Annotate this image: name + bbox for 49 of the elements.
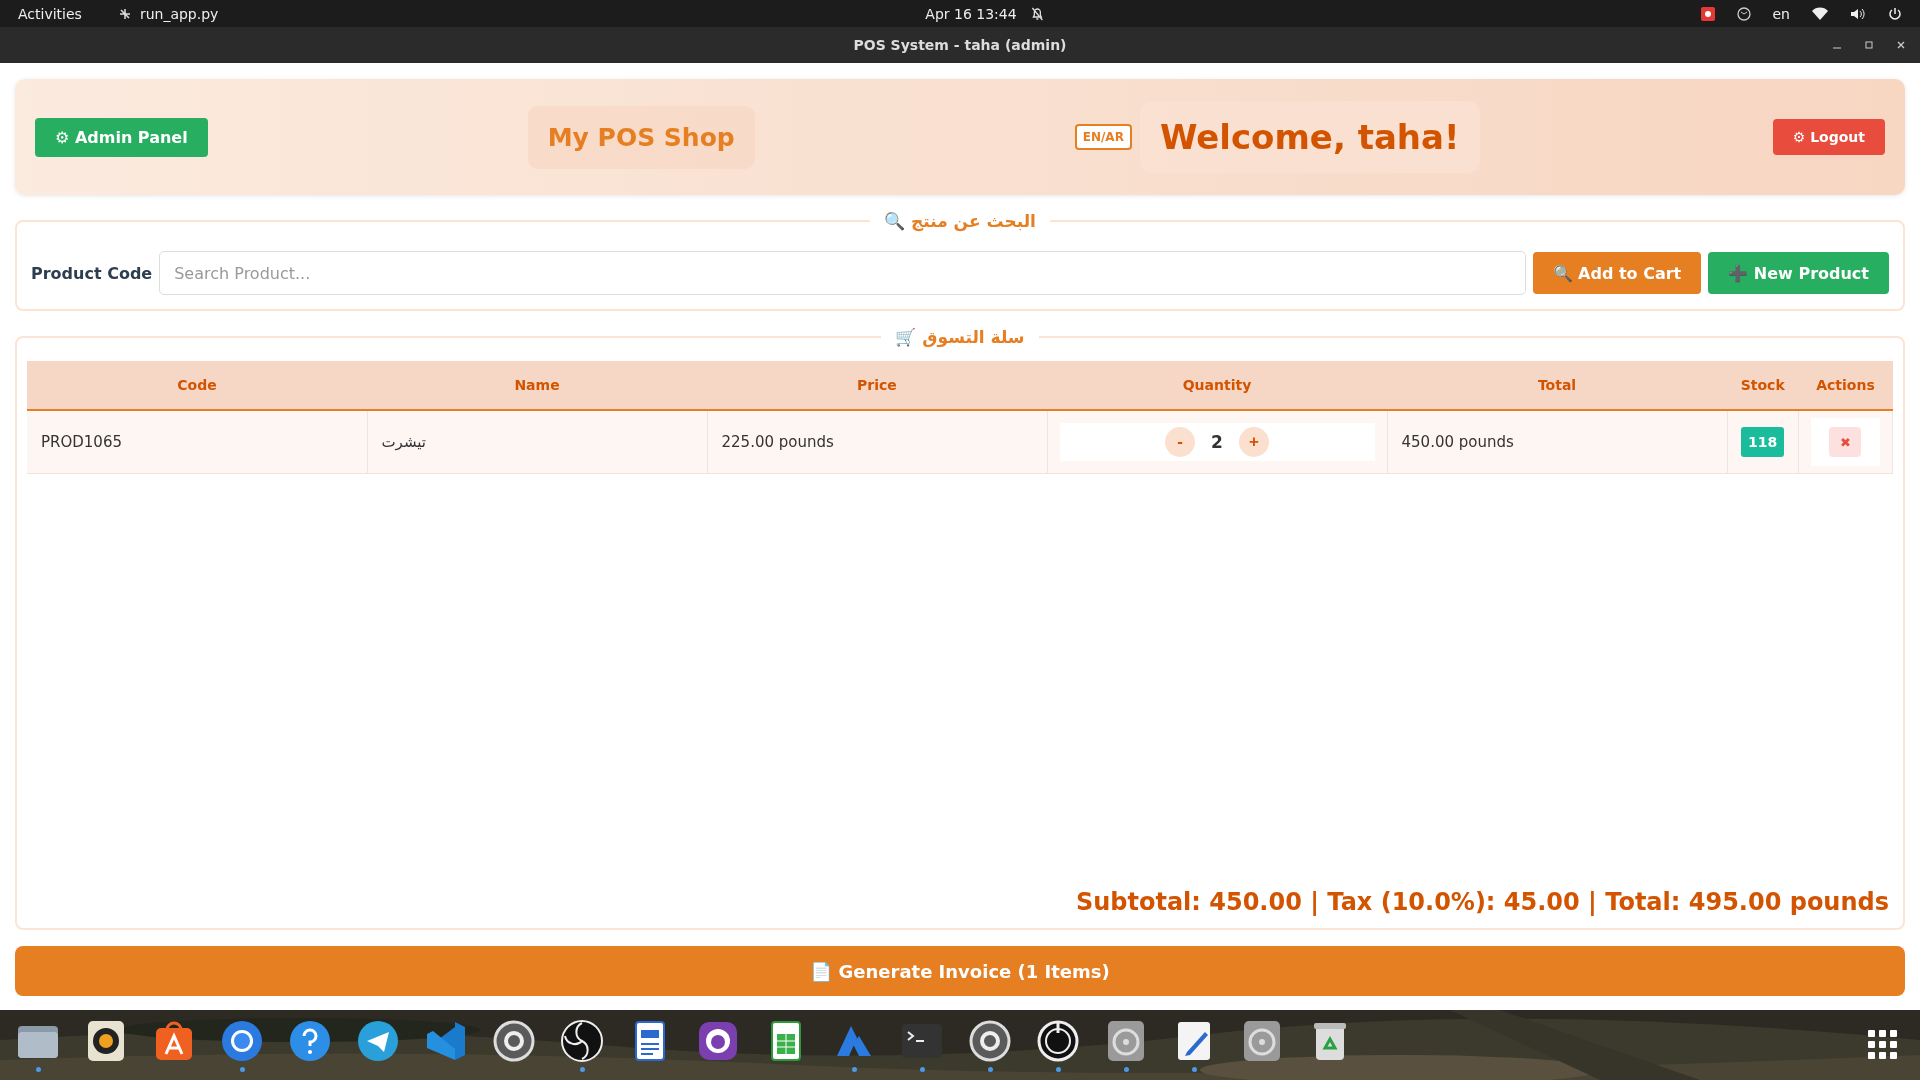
generate-invoice-button[interactable]: 📄 Generate Invoice (1 Items) [15, 946, 1905, 996]
increase-button[interactable]: + [1238, 427, 1269, 457]
activities-button[interactable]: Activities [18, 5, 82, 22]
clock[interactable]: Apr 16 13:44 [925, 5, 1017, 22]
stock-badge: 118 [1741, 427, 1785, 457]
shop-name: My POS Shop [527, 105, 755, 169]
table-cell: PROD1065 [27, 410, 367, 474]
column-header: Code [27, 361, 367, 410]
column-header: Total [1387, 361, 1727, 410]
app-icon [117, 6, 132, 21]
section-title: 🔍 البحث عن منتج [883, 211, 1037, 231]
maximize-icon[interactable] [1864, 40, 1874, 50]
column-header: Name [367, 361, 707, 410]
column-header: Stock [1727, 361, 1799, 410]
ring-icon[interactable] [1035, 1018, 1081, 1064]
add-to-cart-button[interactable]: 🔍 Add to Cart [1532, 252, 1702, 294]
language-toggle[interactable]: EN/AR [1074, 124, 1132, 150]
bell-off-icon [1030, 6, 1045, 21]
remove-button[interactable]: ✖ [1829, 427, 1862, 457]
welcome-message: Welcome, taha! [1139, 101, 1480, 173]
close-icon[interactable] [1896, 40, 1906, 50]
logout-button[interactable]: ⚙ Logout [1772, 119, 1885, 155]
table-cell: 450.00 pounds [1387, 410, 1727, 474]
record-icon[interactable] [1700, 6, 1715, 21]
column-header: Price [707, 361, 1047, 410]
aperture-icon[interactable] [559, 1018, 605, 1064]
language-indicator[interactable]: en [1772, 5, 1790, 22]
volume-icon[interactable] [1850, 6, 1866, 21]
wifi-icon[interactable] [1812, 6, 1828, 21]
totals-summary: Subtotal: 450.00 | Tax (10.0%): 45.00 | Total: 495.00 pounds [1074, 888, 1890, 916]
paper-plane-icon[interactable] [355, 1018, 401, 1064]
table-cell: تيشرت [367, 410, 707, 474]
field-label: Product Code [31, 263, 153, 283]
table-cell: 225.00 pounds [707, 410, 1047, 474]
column-header: Actions [1798, 361, 1893, 410]
search-field[interactable]: Search Product... [159, 251, 1526, 295]
section-title: 🛒 سلة التسوق [894, 327, 1026, 347]
help-icon[interactable] [287, 1018, 333, 1064]
app-name[interactable]: run_app.py [139, 5, 219, 22]
new-product-button[interactable]: ➕ New Product [1708, 252, 1889, 294]
quantity-value: 2 [1211, 432, 1223, 452]
column-header: Quantity [1047, 361, 1387, 410]
admin-panel-button[interactable]: ⚙ Admin Panel [35, 117, 208, 157]
window-title: POS System - taha (admin) [853, 37, 1067, 53]
app-grid-icon[interactable] [1868, 1030, 1898, 1060]
circle-icon[interactable] [1736, 6, 1751, 21]
power-icon[interactable] [1888, 6, 1902, 21]
decrease-button[interactable]: - [1165, 427, 1196, 457]
browser-icon[interactable] [219, 1018, 265, 1064]
